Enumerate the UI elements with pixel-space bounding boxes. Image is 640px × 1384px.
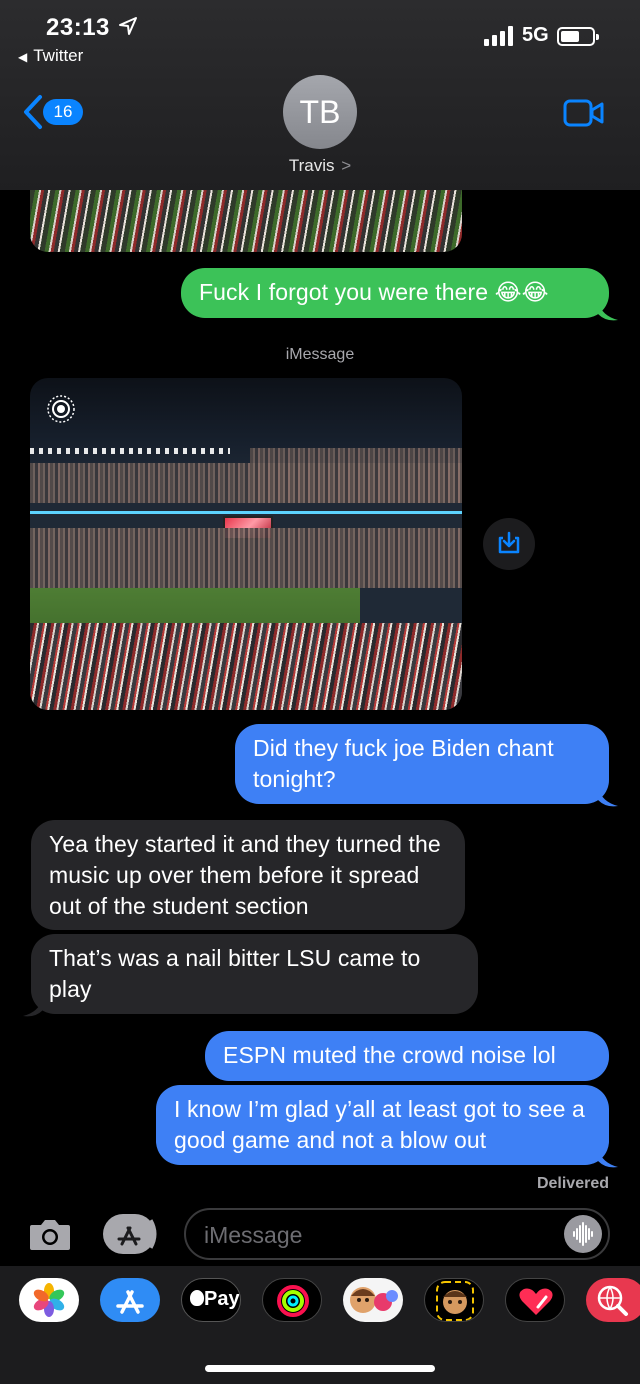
app-store-icon[interactable] [103,1214,159,1254]
contact-name: Travis [288,156,335,175]
received-photo[interactable] [30,378,462,710]
activity-app-button[interactable] [262,1278,322,1322]
received-message-bubble[interactable]: That’s was a nail bitter LSU came to pla… [31,934,478,1014]
cellular-signal-icon [484,26,513,46]
camera-icon[interactable] [28,1217,72,1251]
bubble-tail [23,998,43,1017]
message-text: ESPN muted the crowd noise lol [223,1042,556,1068]
memoji-face-icon [350,1287,398,1313]
live-photo-icon [47,395,75,423]
message-text: Yea they started it and they turned the … [49,831,441,919]
received-photo-previous[interactable] [30,190,462,252]
conversation-header: 23:13 ◀ Twitter 5G 16 TB Travis > [0,0,640,190]
contact-name-button[interactable]: Travis > [0,156,640,176]
message-text: I know I’m glad y’all at least got to se… [174,1096,585,1153]
heart-touch-icon [519,1288,553,1315]
apple-logo-icon [190,1290,204,1306]
message-input-placeholder: iMessage [204,1222,303,1248]
facetime-video-icon[interactable] [563,99,605,127]
waveform-icon [573,1222,593,1246]
contact-avatar[interactable]: TB [283,75,357,149]
download-icon [498,531,520,554]
battery-icon [557,27,599,46]
back-to-app-link[interactable]: ◀ Twitter [18,46,83,66]
animoji-app-button[interactable] [424,1278,484,1322]
sent-message-bubble[interactable]: I know I’m glad y’all at least got to se… [156,1085,609,1165]
apple-pay-label: Pay [204,1288,240,1310]
message-text: Did they fuck joe Biden chant tonight? [253,735,554,792]
bubble-tail [598,1149,618,1168]
bubble-tail [598,302,618,321]
network-type: 5G [522,24,549,46]
sent-message-bubble[interactable]: ESPN muted the crowd noise lol [205,1031,609,1081]
service-label: iMessage [285,346,355,363]
received-message-bubble[interactable]: Yea they started it and they turned the … [31,820,465,930]
memoji-stickers-app-button[interactable] [343,1278,403,1322]
back-button[interactable]: 16 [22,94,92,130]
message-text: That’s was a nail bitter LSU came to pla… [49,945,421,1002]
photos-flower-icon [33,1283,65,1317]
home-indicator[interactable] [205,1365,435,1372]
audio-message-button[interactable] [564,1215,602,1253]
app-store-a-icon [116,1290,144,1314]
sent-message-bubble[interactable]: Fuck I forgot you were there 😂😂 [181,268,609,318]
animoji-face-icon [436,1281,474,1321]
location-arrow-icon [119,17,137,35]
back-app-label: Twitter [33,46,84,65]
bubble-tail [598,788,618,807]
message-input[interactable]: iMessage [184,1208,610,1260]
unread-count-badge: 16 [43,99,83,125]
chevron-left-icon [24,95,42,129]
apple-pay-app-button[interactable]: Pay [181,1278,241,1322]
web-search-app-button[interactable] [586,1278,640,1322]
status-time: 23:13 [46,14,110,41]
activity-rings-icon [277,1285,309,1317]
digital-touch-app-button[interactable] [505,1278,565,1322]
app-store-app-button[interactable] [100,1278,160,1322]
photos-app-button[interactable] [19,1278,79,1322]
back-triangle-icon: ◀ [18,50,28,64]
sent-message-bubble[interactable]: Did they fuck joe Biden chant tonight? [235,724,609,804]
globe-search-icon [597,1285,628,1316]
save-photo-button[interactable] [483,518,535,570]
delivered-status: Delivered [536,1175,609,1192]
message-text: Fuck I forgot you were there 😂😂 [199,279,549,305]
chevron-right-icon: > [341,156,352,175]
